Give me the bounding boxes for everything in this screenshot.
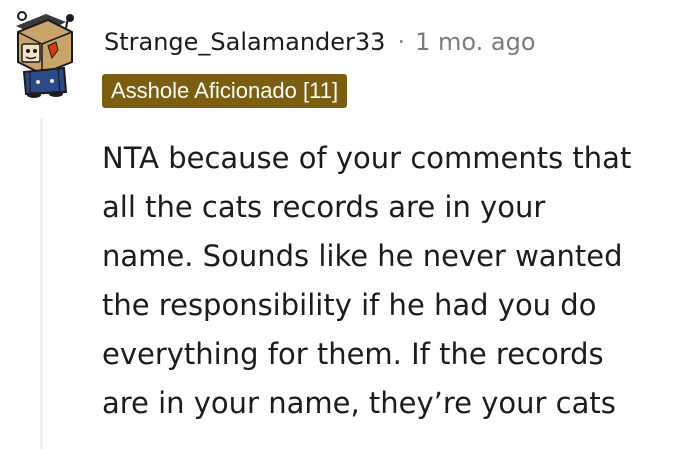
comment-body-line: NTA because of your comments that — [102, 141, 632, 175]
user-avatar-icon[interactable] — [8, 6, 80, 98]
thread-collapse-line[interactable] — [40, 118, 43, 449]
comment-body: NTA because of your comments that all th… — [102, 134, 696, 428]
comment-body-line: the responsibility if he had you do — [102, 288, 597, 322]
user-flair-badge: Asshole Aficionado [11] — [102, 74, 348, 108]
comment-body-line: all the cats records are in your — [102, 190, 546, 224]
comment-timestamp[interactable]: 1 mo. ago — [415, 28, 535, 56]
comment: Strange_Salamander33 · 1 mo. ago Asshole… — [0, 0, 700, 449]
comment-body-line: are in your name, they’re your cats — [102, 386, 616, 420]
author-username[interactable]: Strange_Salamander33 — [104, 28, 385, 56]
comment-body-line: name. Sounds like he never wanted — [102, 239, 623, 273]
comment-meta: Strange_Salamander33 · 1 mo. ago — [104, 24, 536, 60]
meta-separator: · — [397, 28, 406, 56]
comment-body-line: everything for them. If the records — [102, 337, 604, 371]
